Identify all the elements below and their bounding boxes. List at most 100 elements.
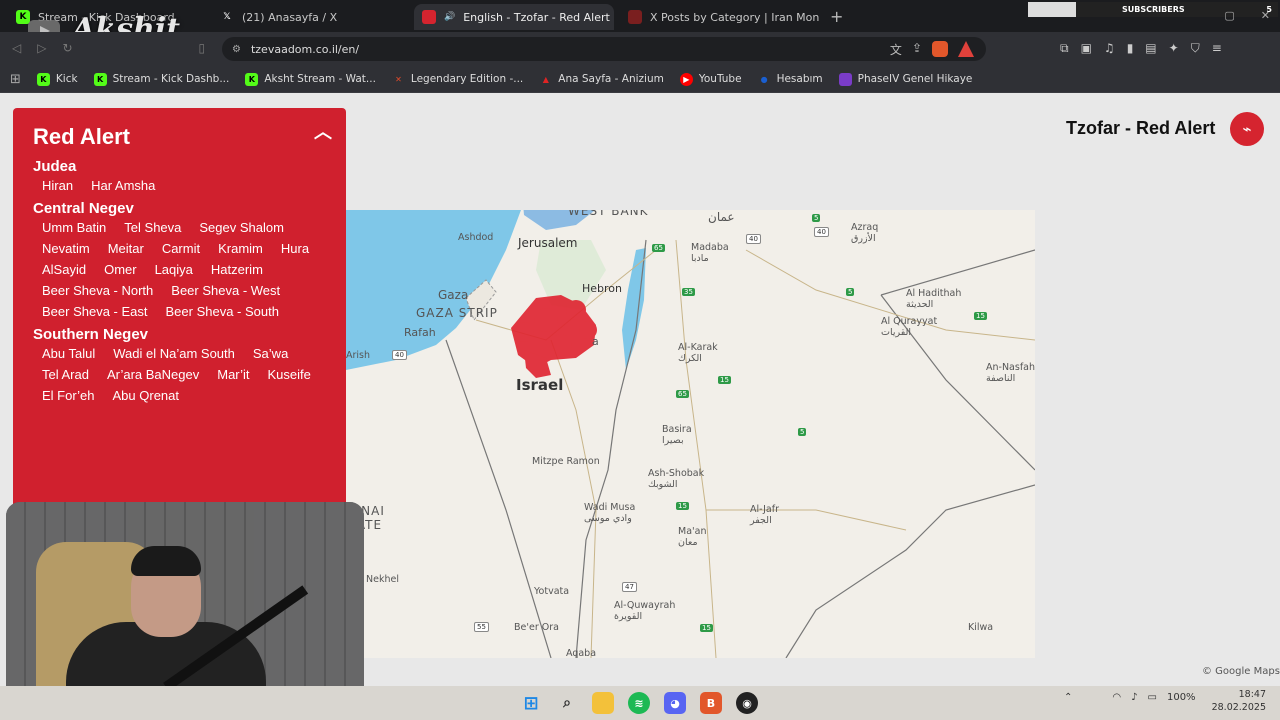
spotify-icon[interactable]: ≋: [628, 692, 650, 714]
alert-location[interactable]: Beer Sheva - North: [33, 282, 162, 299]
file-explorer-icon[interactable]: [592, 692, 614, 714]
alert-location[interactable]: Beer Sheva - West: [162, 282, 289, 299]
alert-location[interactable]: Carmit: [153, 240, 209, 257]
site-settings-icon[interactable]: ⚙: [232, 44, 241, 55]
browser-extensions: ⧉ ▣ ♫ ▮ ▤ ✦ ⛉ ≡: [1060, 41, 1222, 56]
bookmark-anizium[interactable]: ▲ Ana Sayfa - Anizium: [539, 73, 664, 86]
share-icon[interactable]: ⇪: [912, 41, 922, 58]
tab-tzofar-red-alert[interactable]: 🔊 English - Tzofar - Red Alert ✕: [414, 4, 614, 30]
windows-start-icon[interactable]: ⊞: [520, 692, 542, 714]
menu-icon[interactable]: ≡: [1212, 41, 1222, 56]
alert-location[interactable]: Tel Sheva: [115, 219, 190, 236]
vpn-icon[interactable]: ⛉: [1191, 41, 1200, 56]
tab-label: (21) Anasayfa / X: [242, 10, 338, 24]
alert-location[interactable]: Beer Sheva - East: [33, 303, 157, 320]
url-text[interactable]: tzevaadom.co.il/en/: [251, 43, 359, 56]
alert-location[interactable]: Kuseife: [259, 366, 320, 383]
bookmark-kick-dashboard[interactable]: K Stream - Kick Dashb...: [93, 72, 229, 86]
discord-icon[interactable]: ◕: [664, 692, 686, 714]
search-icon[interactable]: ⌕: [556, 692, 578, 714]
media-icon[interactable]: ♫: [1104, 41, 1115, 56]
alert-location[interactable]: Ar’ara BaNegev: [98, 366, 208, 383]
close-window-icon[interactable]: ✕: [1261, 9, 1270, 22]
address-bar[interactable]: ⚙ tzevaadom.co.il/en/ 文 ⇪: [222, 37, 986, 61]
alert-location[interactable]: Beer Sheva - South: [157, 303, 288, 320]
alert-location[interactable]: Abu Talul: [33, 345, 104, 362]
alert-location[interactable]: Hura: [272, 240, 318, 257]
alert-location[interactable]: Har Amsha: [82, 177, 164, 194]
bookmark-kick[interactable]: K Kick: [36, 72, 78, 86]
forward-icon[interactable]: ▷: [37, 41, 46, 55]
road-shield: 65: [676, 390, 689, 398]
chevron-up-icon[interactable]: ︿: [314, 118, 332, 144]
tab-x-home[interactable]: 𝕏 (21) Anasayfa / X: [212, 4, 412, 30]
maximize-icon[interactable]: ▢: [1224, 9, 1234, 22]
x-icon: 𝕏: [223, 12, 231, 22]
bookmark-hesabim[interactable]: ● Hesabım: [758, 73, 823, 86]
alert-location[interactable]: Hiran: [33, 177, 82, 194]
translate-icon[interactable]: 文: [890, 41, 902, 58]
tab-iran-monitor[interactable]: X Posts by Category | Iran Monitor: [620, 4, 820, 30]
back-icon[interactable]: ◁: [12, 41, 21, 55]
obs-icon[interactable]: ◉: [736, 692, 758, 714]
new-tab-button[interactable]: +: [830, 7, 843, 26]
wifi-icon[interactable]: ◠: [1112, 692, 1121, 703]
road-shield: 55: [474, 622, 489, 632]
bookmark-label: YouTube: [698, 73, 742, 85]
map-label-al-jafr: Al-Jafr الجفر: [750, 504, 779, 526]
alert-location[interactable]: Nevatim: [33, 240, 99, 257]
road-shield: 5: [812, 214, 821, 222]
map-label-aqaba: Aqaba: [566, 648, 597, 658]
alert-location[interactable]: Umm Batin: [33, 219, 115, 236]
alert-location[interactable]: Laqiya: [146, 261, 202, 278]
wallet-icon[interactable]: ▤: [1145, 41, 1156, 56]
alert-location[interactable]: Kramim: [209, 240, 272, 257]
bookmark-aksht-stream[interactable]: K Aksht Stream - Wat...: [245, 72, 376, 86]
brave-rewards-icon[interactable]: [958, 41, 974, 57]
webcam-person-hair: [131, 546, 201, 576]
brave-icon[interactable]: B: [700, 692, 722, 714]
leo-ai-icon[interactable]: ✦: [1169, 41, 1179, 56]
alert-location[interactable]: Meitar: [99, 240, 153, 257]
road-shield: 15: [974, 312, 987, 320]
alert-location[interactable]: Abu Qrenat: [104, 387, 189, 404]
screenshot-icon[interactable]: ▣: [1081, 41, 1092, 56]
phase-icon: [838, 72, 852, 86]
battery-icon[interactable]: ▭: [1148, 692, 1157, 703]
kick-icon: K: [245, 72, 259, 86]
subscribers-progress-bar: [1028, 2, 1076, 17]
bookmark-legendary-edition[interactable]: ✕ Legendary Edition -...: [392, 73, 523, 86]
bookmark-phaseiv[interactable]: PhaseIV Genel Hikaye: [838, 72, 973, 86]
chevron-up-icon[interactable]: ⌃: [1064, 692, 1072, 703]
alert-location[interactable]: Hatzerim: [202, 261, 272, 278]
extensions-icon[interactable]: ⧉: [1060, 41, 1069, 56]
apps-grid-icon[interactable]: ⊞: [10, 72, 21, 87]
road-shield: 5: [798, 428, 807, 436]
bookmark-label: Legendary Edition -...: [410, 73, 524, 85]
map-label-gaza: Gaza: [438, 288, 469, 302]
taskbar-apps: ⊞ ⌕ ≋ ◕ B ◉: [520, 692, 758, 714]
alert-location[interactable]: Sa’wa: [244, 345, 297, 362]
brave-shields-icon[interactable]: [932, 41, 948, 57]
road-shield: 47: [622, 582, 637, 592]
alert-location[interactable]: Wadi el Na’am South: [104, 345, 244, 362]
alert-map[interactable]: Ashdod Jerusalem WEST BANK عمان Gaza GAZ…: [346, 210, 1035, 658]
taskbar-clock[interactable]: 18:47 28.02.2025: [1210, 688, 1266, 714]
alert-location[interactable]: Mar’it: [208, 366, 258, 383]
map-label-gaza-strip: GAZA STRIP: [416, 306, 498, 320]
alert-location[interactable]: Omer: [95, 261, 146, 278]
alert-panel-title: Red Alert: [33, 124, 130, 149]
reload-icon[interactable]: ↻: [62, 41, 72, 55]
tzofar-logo-icon[interactable]: ⌁: [1230, 112, 1264, 146]
alert-location[interactable]: El For’eh: [33, 387, 104, 404]
alert-location[interactable]: Segev Shalom: [190, 219, 293, 236]
map-label-shobak: Ash-Shobak الشوبك: [648, 468, 705, 490]
volume-icon[interactable]: ♪: [1131, 692, 1137, 703]
bookmark-youtube[interactable]: ▶ YouTube: [679, 72, 742, 86]
bookmark-label: PhaseIV Genel Hikaye: [857, 73, 973, 85]
road-shield: 15: [700, 624, 713, 632]
alert-location[interactable]: AlSayid: [33, 261, 95, 278]
sidebar-icon[interactable]: ▮: [1127, 41, 1134, 56]
alert-location[interactable]: Tel Arad: [33, 366, 98, 383]
bookmark-icon[interactable]: ▯: [199, 41, 206, 55]
